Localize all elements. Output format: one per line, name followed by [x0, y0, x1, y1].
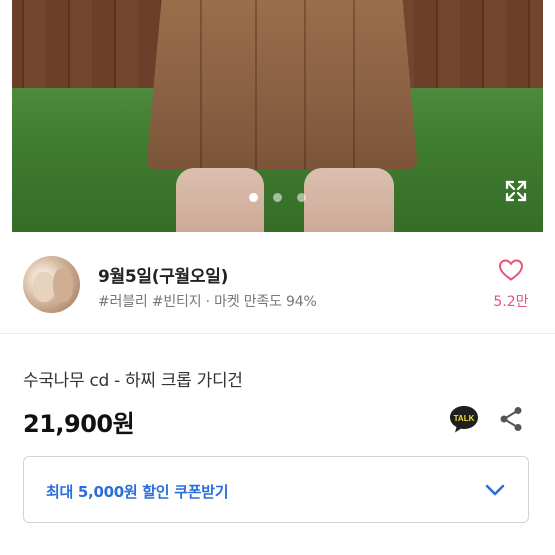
seller-name[interactable]: 9월5일(구월오일) [98, 262, 228, 287]
product-price: 21,900원 [23, 410, 135, 438]
seller-avatar[interactable] [23, 256, 80, 313]
carousel-dot[interactable] [297, 193, 306, 202]
kakao-talk-icon[interactable]: TALK [448, 404, 480, 434]
product-title: 수국나무 cd - 하찌 크롭 가디건 [23, 371, 243, 391]
coupon-label: 최대 5,000원 할인 쿠폰받기 [46, 483, 229, 501]
seller-info[interactable]: 9월5일(구월오일) #러블리 #빈티지 · 마켓 만족도 94% 5.2만 [0, 232, 555, 334]
expand-icon[interactable] [504, 179, 528, 203]
photo-skirt [146, 0, 418, 170]
share-icon[interactable] [499, 406, 523, 432]
talk-label: TALK [454, 414, 475, 423]
coupon-dropdown[interactable]: 최대 5,000원 할인 쿠폰받기 [23, 456, 529, 523]
seller-tags: #러블리 #빈티지 · 마켓 만족도 94% [98, 294, 317, 310]
product-image-carousel[interactable] [0, 0, 555, 232]
carousel-indicator [0, 193, 555, 202]
chevron-down-icon[interactable] [484, 479, 506, 501]
like-button[interactable]: 5.2만 [490, 258, 532, 318]
carousel-dot[interactable] [273, 193, 282, 202]
like-count: 5.2만 [493, 294, 529, 310]
heart-icon [498, 259, 524, 281]
carousel-dot[interactable] [249, 193, 258, 202]
